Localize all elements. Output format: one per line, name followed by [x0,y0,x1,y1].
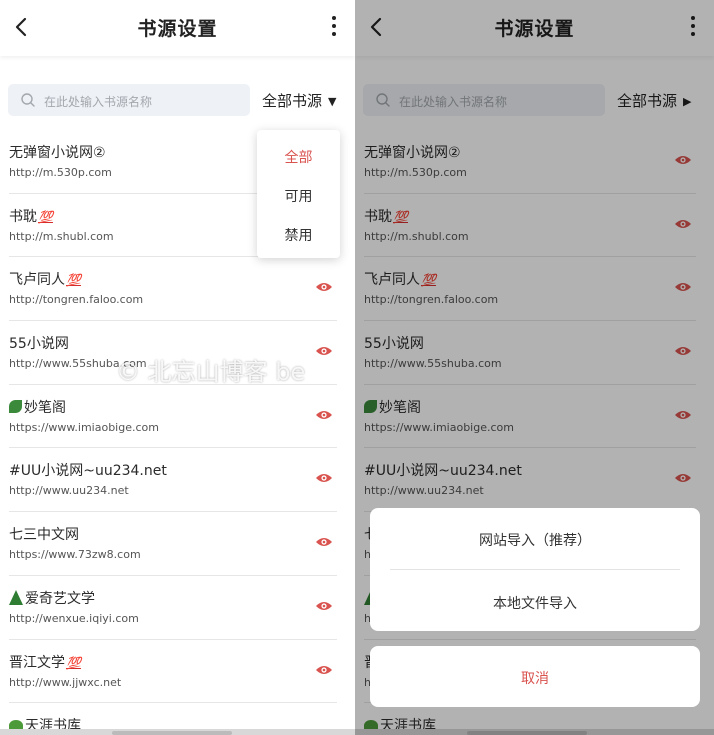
source-url: http://m.530p.com [9,166,112,179]
eye-icon[interactable] [315,600,333,612]
eye-icon[interactable] [315,281,333,293]
source-name: 爱奇艺文学 [9,588,95,608]
source-url: http://tongren.faloo.com [9,293,144,307]
hundred-points-icon: 💯 [38,209,53,224]
source-name-text: 晋江文学 [9,654,65,671]
source-name-text: 飞卢同人 [9,272,65,289]
filter-option-disabled[interactable]: 禁用 [257,225,340,245]
source-list-item[interactable]: 晋江文学💯 http://www.jjwxc.net [0,640,355,704]
search-placeholder: 在此处输入书源名称 [44,95,153,109]
source-list-item[interactable]: 飞卢同人💯 http://tongren.faloo.com [0,257,355,322]
import-action-sheet: 网站导入（推荐） 本地文件导入 [370,508,700,631]
filter-label: 全部书源 [262,92,323,110]
right-screen: 书源设置 在此处输入书源名称 全部书源 ▶ 无弹窗小说网② http://m.530… [355,0,714,735]
source-list-item[interactable]: 七三中文网 https://www.73zw8.com [0,512,355,576]
source-url: https://www.73zw8.com [9,548,141,562]
source-name-text: 七三中文网 [9,527,79,544]
source-name: 55小说网 [9,333,69,353]
source-name-text: #UU小说网~uu234.net [9,463,167,480]
home-indicator[interactable] [112,731,232,735]
cancel-button[interactable]: 取消 [370,668,700,688]
source-name: 无弹窗小说网② [9,142,106,162]
source-name: 七三中文网 [9,524,79,544]
app-bar: 书源设置 [0,0,355,56]
search-input[interactable]: 在此处输入书源名称 [8,84,250,116]
source-name: 妙笔阁 [9,397,66,417]
source-name: 晋江文学💯 [9,652,81,672]
source-list-item[interactable]: 爱奇艺文学 http://wenxue.iqiyi.com [0,576,355,640]
filter-option-enabled[interactable]: 可用 [257,186,340,206]
filter-option-all[interactable]: 全部 [257,147,340,167]
search-icon [21,93,35,107]
source-name: 书耽💯 [9,206,53,226]
evergreen-tree-icon [9,589,23,605]
source-name-text: 爱奇艺文学 [25,590,95,607]
four-leaf-clover-icon [9,399,22,413]
source-list-item[interactable]: 55小说网 http://www.55shuba.com [0,321,355,385]
cancel-sheet: 取消 [370,646,700,707]
eye-icon[interactable] [315,345,333,357]
source-list-item[interactable]: 妙笔阁 https://www.imiaobige.com [0,385,355,449]
local-file-import-button[interactable]: 本地文件导入 [370,593,700,613]
source-url: http://www.jjwxc.net [9,675,122,689]
website-import-button[interactable]: 网站导入（推荐） [370,530,700,550]
sheet-divider [390,569,680,570]
source-url: http://www.uu234.net [9,484,129,498]
source-name: #UU小说网~uu234.net [9,460,167,480]
source-url: http://m.shubl.com [9,229,114,243]
eye-icon[interactable] [315,536,333,548]
caret-down-icon: ▼ [328,95,337,108]
eye-icon[interactable] [315,664,333,676]
filter-menu: 全部 可用 禁用 [257,130,340,258]
source-name-text: 妙笔阁 [24,399,66,416]
source-list-item[interactable]: #UU小说网~uu234.net http://www.uu234.net [0,448,355,513]
source-name-text: 55小说网 [9,336,69,353]
source-filter-dropdown[interactable]: 全部书源 ▼ [262,90,336,111]
source-url: http://wenxue.iqiyi.com [9,611,139,625]
source-name-text: 书耽 [9,208,37,225]
left-screen: 书源设置 在此处输入书源名称 全部书源 ▼ 无弹窗小说网② http://m.530… [0,0,355,735]
eye-icon[interactable] [315,472,333,484]
source-url: http://www.55shuba.com [9,357,147,371]
hundred-points-icon: 💯 [66,273,81,288]
page-title: 书源设置 [137,18,218,40]
hundred-points-icon: 💯 [66,655,81,670]
more-vertical-icon[interactable] [329,16,339,40]
source-url: https://www.imiaobige.com [9,420,159,434]
source-name: 飞卢同人💯 [9,269,81,289]
eye-icon[interactable] [315,409,333,421]
bottom-bar [0,729,355,735]
source-name-text: 无弹窗小说网② [9,145,106,161]
